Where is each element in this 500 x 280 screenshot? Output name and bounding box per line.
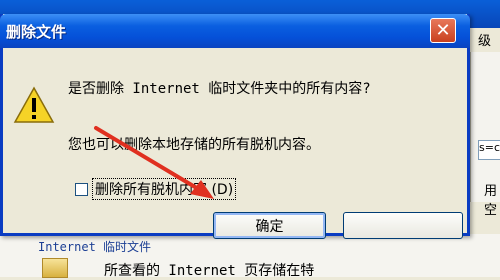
checkbox-label[interactable]: 删除所有脱机内容 (D) bbox=[92, 178, 237, 200]
delete-files-dialog: 删除文件 ✕ 是否删除 Internet 临时文件夹中的所有内容? 您也可以删除… bbox=[0, 14, 470, 239]
ok-button[interactable]: 确定 bbox=[213, 212, 326, 239]
dialog-titlebar[interactable]: 删除文件 ✕ bbox=[0, 14, 470, 48]
dialog-title: 删除文件 bbox=[6, 23, 67, 41]
dialog-message-secondary: 您也可以删除本地存储的所有脱机内容。 bbox=[68, 137, 320, 153]
cancel-button[interactable] bbox=[343, 212, 463, 239]
dialog-message-primary: 是否删除 Internet 临时文件夹中的所有内容? bbox=[68, 81, 371, 97]
warning-icon bbox=[13, 86, 55, 123]
background-field[interactable]: s=c bbox=[478, 140, 500, 160]
section-description: 所查看的 Internet 页存储在特 bbox=[104, 263, 315, 279]
background-label: 级 bbox=[478, 34, 492, 49]
close-icon: ✕ bbox=[435, 19, 451, 41]
section-label: Internet 临时文件 bbox=[38, 240, 152, 254]
close-button[interactable]: ✕ bbox=[430, 18, 456, 43]
delete-offline-checkbox[interactable] bbox=[75, 182, 88, 196]
background-side-text: 用空 bbox=[484, 184, 498, 218]
folder-icon bbox=[42, 258, 68, 278]
delete-offline-checkbox-row[interactable]: 删除所有脱机内容 (D) bbox=[75, 178, 237, 200]
